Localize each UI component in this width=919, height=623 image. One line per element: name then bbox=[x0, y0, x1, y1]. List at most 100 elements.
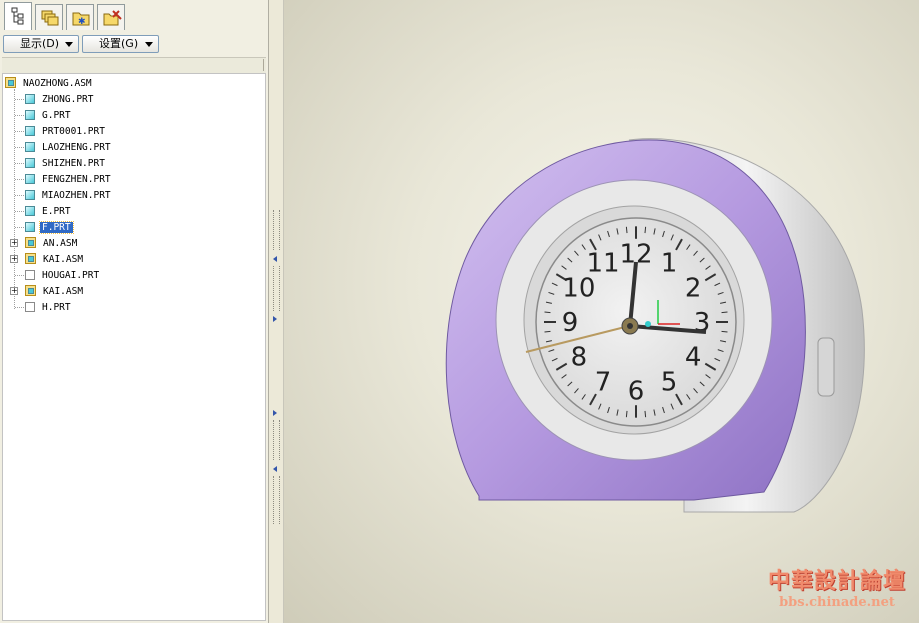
tree-item-label: FENGZHEN.PRT bbox=[42, 174, 111, 185]
tree-item[interactable]: SHIZHEN.PRT bbox=[25, 156, 107, 171]
side-button bbox=[817, 337, 835, 397]
tree-item[interactable]: ZHONG.PRT bbox=[25, 92, 95, 107]
tree-connector bbox=[15, 179, 24, 180]
chevron-down-icon bbox=[65, 42, 73, 47]
dial-tick bbox=[544, 311, 551, 314]
model-tree-icon bbox=[11, 7, 24, 25]
tree-connector bbox=[15, 275, 24, 276]
dial-number: 7 bbox=[595, 367, 612, 397]
tree-connector bbox=[15, 147, 24, 148]
settings-dropdown[interactable]: 设置(G) bbox=[82, 35, 159, 53]
dial-number: 6 bbox=[628, 377, 645, 407]
tree-connector bbox=[15, 115, 24, 116]
tree-item[interactable]: MIAOZHEN.PRT bbox=[25, 188, 113, 203]
folder-tools-icon bbox=[103, 10, 122, 26]
tree-connector bbox=[15, 163, 24, 164]
part-icon bbox=[25, 126, 35, 136]
dial-number: 1 bbox=[661, 249, 678, 279]
alarm-clock-model: 12 1234567891011 bbox=[445, 138, 865, 513]
tree-item[interactable]: H.PRT bbox=[25, 300, 73, 315]
tree-item[interactable]: LAOZHENG.PRT bbox=[25, 140, 113, 155]
part-icon bbox=[25, 94, 35, 104]
tree-item-label: MIAOZHEN.PRT bbox=[42, 190, 111, 201]
tree-connector bbox=[15, 307, 24, 308]
tree-root-item[interactable]: NAOZHONG.ASM bbox=[5, 76, 94, 91]
tree-connector bbox=[15, 99, 24, 100]
tree-item-label: E.PRT bbox=[42, 206, 71, 217]
expand-icon[interactable]: + bbox=[10, 239, 18, 247]
layers-icon bbox=[41, 10, 59, 26]
collapse-left-icon[interactable] bbox=[273, 466, 277, 472]
show-dropdown[interactable]: 显示(D) bbox=[3, 35, 79, 53]
assembly-icon bbox=[25, 237, 36, 248]
show-dropdown-label: 显示(D) bbox=[20, 37, 60, 50]
blank-part-icon bbox=[25, 270, 35, 280]
model-tree[interactable]: NAOZHONG.ASM ZHONG.PRT G.PRT PRT0001.PRT… bbox=[2, 73, 266, 621]
dial-tick bbox=[625, 226, 628, 234]
splitter-grip[interactable] bbox=[273, 476, 280, 524]
tree-item-label: AN.ASM bbox=[43, 238, 78, 249]
dial-tick bbox=[544, 330, 551, 333]
tree-item-label: NAOZHONG.ASM bbox=[23, 78, 92, 89]
tree-connector bbox=[14, 89, 15, 309]
tree-item-label: KAI.ASM bbox=[43, 254, 84, 265]
dial-number: 2 bbox=[685, 274, 702, 304]
folder-browser-tab[interactable]: ✱ bbox=[66, 4, 94, 30]
hub-center bbox=[627, 323, 633, 329]
dial-number: 8 bbox=[571, 342, 588, 372]
site-watermark: 中華設計論壇 bbs.chinade.net bbox=[761, 567, 913, 617]
column-resize-grip[interactable] bbox=[263, 59, 264, 71]
splitter-grip[interactable] bbox=[273, 266, 280, 311]
tree-item[interactable]: E.PRT bbox=[25, 204, 73, 219]
tree-item[interactable]: G.PRT bbox=[25, 108, 73, 123]
assembly-icon bbox=[25, 253, 36, 264]
tree-item[interactable]: KAI.ASM bbox=[25, 284, 85, 299]
layers-tab[interactable] bbox=[35, 4, 63, 30]
graphics-viewport[interactable]: 12 1 2 3 4 5 6 7 8 9 10 11 中華設計論壇 bbs.chinade.net bbox=[284, 0, 919, 623]
watermark-url: bbs.chinade.net bbox=[779, 595, 895, 610]
tree-item-label: G.PRT bbox=[42, 110, 71, 121]
part-icon bbox=[25, 174, 35, 184]
part-icon bbox=[25, 222, 35, 232]
assembly-icon bbox=[5, 77, 16, 88]
svg-text:✱: ✱ bbox=[78, 17, 86, 27]
part-icon bbox=[25, 190, 35, 200]
dial-tick bbox=[644, 410, 647, 418]
dial-tick bbox=[721, 311, 728, 314]
part-icon bbox=[25, 110, 35, 120]
model-tree-panel: ✱ 显示(D) 设置(G) NAOZHONG.ASM ZHONG.PRT G.P… bbox=[0, 0, 268, 623]
axis-origin bbox=[645, 321, 651, 327]
tree-item[interactable]: FENGZHEN.PRT bbox=[25, 172, 113, 187]
tree-item-label: KAI.ASM bbox=[43, 286, 84, 297]
favorites-tab[interactable] bbox=[97, 4, 125, 30]
tree-item[interactable]: PRT0001.PRT bbox=[25, 124, 107, 139]
tree-connector bbox=[15, 195, 24, 196]
tree-column-header[interactable] bbox=[2, 57, 266, 74]
tree-connector bbox=[15, 211, 24, 212]
splitter-grip[interactable] bbox=[273, 210, 280, 250]
expand-right-icon[interactable] bbox=[273, 410, 277, 416]
tree-item[interactable]: HOUGAI.PRT bbox=[25, 268, 101, 283]
tree-item[interactable]: KAI.ASM bbox=[25, 252, 85, 267]
dial-number: 5 bbox=[661, 367, 678, 397]
expand-icon[interactable]: + bbox=[10, 255, 18, 263]
expand-right-icon[interactable] bbox=[273, 316, 277, 322]
assembly-icon bbox=[25, 285, 36, 296]
part-icon bbox=[25, 158, 35, 168]
expand-icon[interactable]: + bbox=[10, 287, 18, 295]
tree-item-label: H.PRT bbox=[42, 302, 71, 313]
part-icon bbox=[25, 142, 35, 152]
tree-item-selected[interactable]: F.PRT bbox=[25, 220, 74, 235]
chevron-down-icon bbox=[145, 42, 153, 47]
splitter-grip[interactable] bbox=[273, 420, 280, 460]
tree-item-label: LAOZHENG.PRT bbox=[42, 142, 111, 153]
model-tree-tab[interactable] bbox=[4, 2, 32, 30]
tree-connector bbox=[15, 227, 24, 228]
tree-item-label: F.PRT bbox=[39, 221, 74, 234]
folder-star-icon: ✱ bbox=[72, 12, 90, 27]
dial-number: 4 bbox=[685, 342, 702, 372]
collapse-left-icon[interactable] bbox=[273, 256, 277, 262]
tree-item[interactable]: AN.ASM bbox=[25, 236, 79, 251]
dial-number: 11 bbox=[586, 249, 619, 279]
panel-splitter[interactable] bbox=[268, 0, 284, 623]
